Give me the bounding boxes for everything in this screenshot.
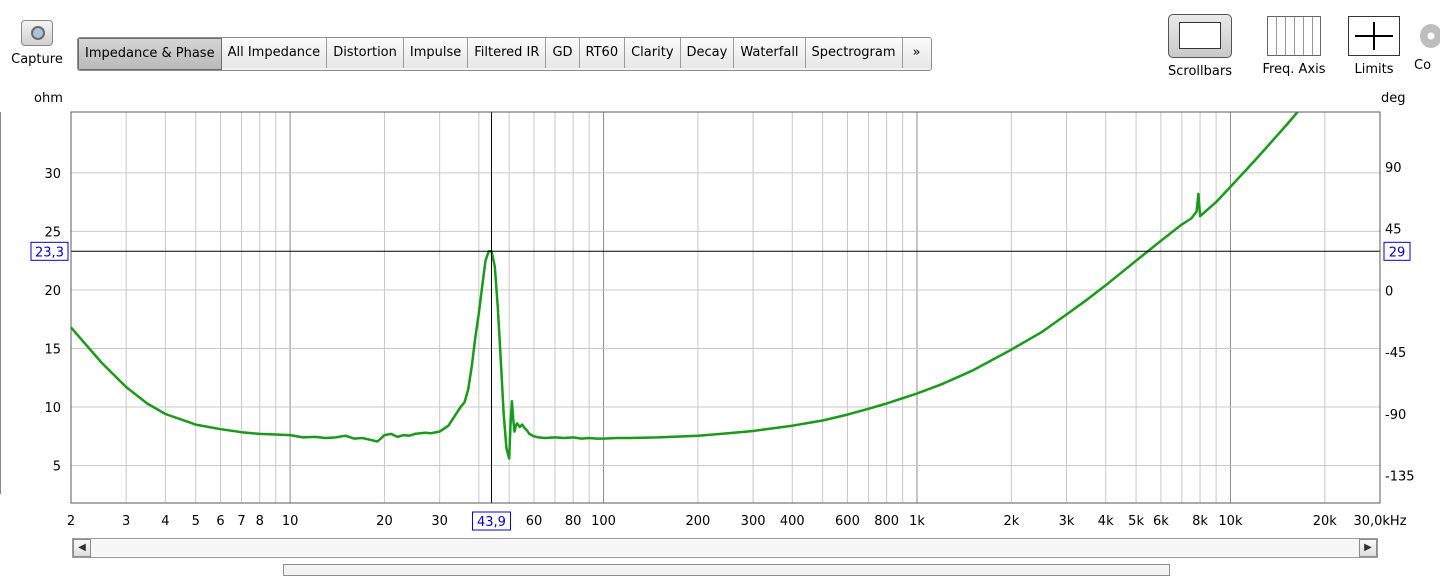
x-tick-label: 80 bbox=[565, 514, 582, 529]
x-tick-label: 8k bbox=[1192, 514, 1208, 529]
y-tick-label: 20 bbox=[44, 284, 61, 299]
cursor-x-readout: 43,9 bbox=[477, 515, 506, 530]
x-tick-label: 2 bbox=[67, 514, 75, 529]
x-tick-label: 7 bbox=[237, 514, 245, 529]
impedance-chart[interactable]: 2 3 4 5 6 7 8 10 20 30 60 80 100 200 300 400 600 800 1k 2k 3… bbox=[0, 0, 1440, 536]
x-tick-label: 6 bbox=[216, 514, 224, 529]
x-tick-label: 10k bbox=[1218, 514, 1243, 529]
y2-tick-label: 0 bbox=[1385, 284, 1393, 299]
right-arrow-icon[interactable]: ▶ bbox=[1359, 539, 1377, 557]
cursor-y-readout: 23,3 bbox=[35, 245, 64, 260]
y2-tick-label: 45 bbox=[1385, 223, 1402, 238]
x-tick-label: 5k bbox=[1128, 514, 1144, 529]
x-tick-label: 3 bbox=[122, 514, 130, 529]
x-tick-label: 4k bbox=[1098, 514, 1114, 529]
plot-area bbox=[71, 112, 1380, 503]
y2-tick-label: -90 bbox=[1385, 408, 1406, 423]
x-tick-label: 800 bbox=[874, 514, 899, 529]
x-tick-label: 3k bbox=[1059, 514, 1075, 529]
y-tick-label: 10 bbox=[44, 401, 61, 416]
overlay-controls-panel bbox=[283, 564, 1170, 576]
left-arrow-icon[interactable]: ◀ bbox=[73, 539, 91, 557]
x-tick-label: 20 bbox=[376, 514, 393, 529]
x-tick-label: 8 bbox=[256, 514, 264, 529]
y-tick-label: 25 bbox=[44, 225, 61, 240]
x-tick-label: 600 bbox=[835, 514, 860, 529]
y-tick-label: 15 bbox=[44, 342, 61, 357]
x-tick-label: 30 bbox=[431, 514, 448, 529]
y2-tick-label: 90 bbox=[1385, 161, 1402, 176]
x-tick-label: 6k bbox=[1153, 514, 1169, 529]
y-tick-label: 30 bbox=[44, 167, 61, 182]
horizontal-scrollbar[interactable]: ◀ ▶ bbox=[72, 538, 1378, 558]
x-tick-label: 100 bbox=[591, 514, 616, 529]
y-tick-label: 5 bbox=[53, 460, 61, 475]
x-tick-label: 60 bbox=[526, 514, 543, 529]
x-tick-label: 200 bbox=[685, 514, 710, 529]
x-tick-label: 20k bbox=[1313, 514, 1338, 529]
x-tick-label: 1k bbox=[909, 514, 925, 529]
x-tick-label: 30,0kHz bbox=[1353, 514, 1406, 529]
x-tick-label: 4 bbox=[161, 514, 169, 529]
cursor-y2-readout: 29 bbox=[1389, 245, 1406, 260]
x-tick-label: 300 bbox=[741, 514, 766, 529]
x-tick-label: 2k bbox=[1003, 514, 1019, 529]
x-tick-label: 400 bbox=[780, 514, 805, 529]
y2-tick-label: -45 bbox=[1385, 346, 1406, 361]
y2-tick-label: -135 bbox=[1385, 470, 1415, 485]
x-tick-label: 5 bbox=[192, 514, 200, 529]
x-tick-label: 10 bbox=[282, 514, 299, 529]
